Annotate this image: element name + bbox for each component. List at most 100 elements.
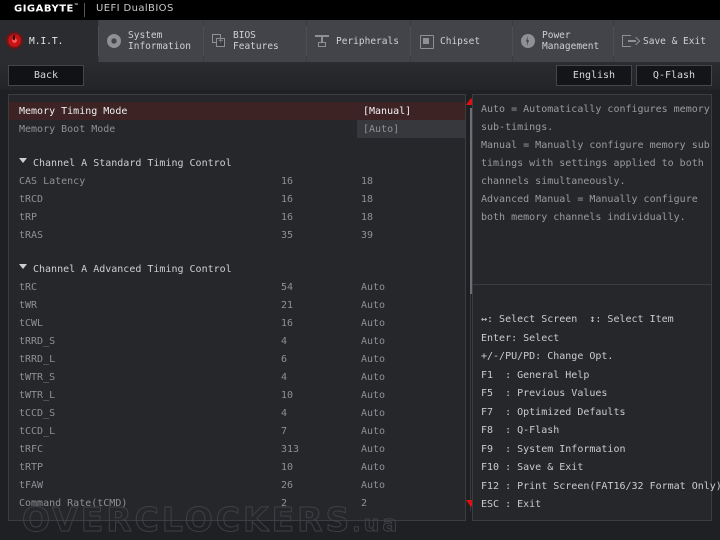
- timing-label: tFAW: [19, 480, 43, 491]
- timing-value-ch-b: Auto: [361, 282, 385, 293]
- setting-row-memory-timing-mode[interactable]: Memory Timing Mode [Manual]: [9, 102, 465, 120]
- key-legend-line: F9 : System Information: [481, 441, 709, 460]
- timing-value-ch-b: Auto: [361, 426, 385, 437]
- key-legend-line: F8 : Q-Flash: [481, 422, 709, 441]
- timing-label: tCCD_L: [19, 426, 55, 437]
- timing-row[interactable]: tRCD 16 18: [9, 190, 465, 208]
- tab-label: M.I.T.: [29, 36, 63, 47]
- gear-icon: [105, 32, 123, 50]
- dial-icon: [6, 32, 24, 50]
- watermark-suffix: .ua: [352, 512, 400, 537]
- timing-value-ch-a: 16: [281, 212, 293, 223]
- timing-value-ch-a: 16: [281, 176, 293, 187]
- setting-value: [Auto]: [363, 124, 399, 135]
- timing-row[interactable]: tWTR_S 4 Auto: [9, 368, 465, 386]
- timing-value-ch-b: Auto: [361, 300, 385, 311]
- timing-label: tCWL: [19, 318, 43, 329]
- tab-peripherals[interactable]: Peripherals: [307, 20, 410, 62]
- setting-label: Memory Timing Mode: [19, 106, 127, 117]
- key-legend-line: F10 : Save & Exit: [481, 459, 709, 478]
- timing-value-ch-a: 16: [281, 318, 293, 329]
- language-button[interactable]: English: [556, 65, 632, 86]
- timing-row[interactable]: tCCD_S 4 Auto: [9, 404, 465, 422]
- setting-label: Memory Boot Mode: [19, 124, 115, 135]
- setting-value-box[interactable]: [Auto]: [357, 120, 466, 138]
- brand-bar: GIGABYTE™ UEFI DualBIOS: [0, 0, 720, 20]
- timing-value-ch-b: Auto: [361, 372, 385, 383]
- gigabyte-logo: GIGABYTE™: [14, 3, 79, 14]
- timing-row[interactable]: CAS Latency 16 18: [9, 172, 465, 190]
- timing-row[interactable]: tRRD_S 4 Auto: [9, 332, 465, 350]
- timing-value-ch-b: 18: [361, 212, 373, 223]
- tab-save-and-exit[interactable]: Save & Exit: [614, 20, 720, 62]
- help-line: channels simultaneously.: [481, 173, 707, 191]
- settings-panel: Memory Timing Mode [Manual] Memory Boot …: [8, 94, 466, 521]
- tab-label: Chipset: [440, 36, 480, 47]
- key-legend-line: F5 : Previous Values: [481, 385, 709, 404]
- brand-divider: [84, 3, 85, 17]
- timing-row[interactable]: tRP 16 18: [9, 208, 465, 226]
- setting-value-box[interactable]: [Manual]: [357, 102, 466, 120]
- timing-value-ch-b: Auto: [361, 354, 385, 365]
- timing-label: tWTR_L: [19, 390, 55, 401]
- timing-value-ch-a: 10: [281, 390, 293, 401]
- tab-chipset[interactable]: Chipset: [411, 20, 512, 62]
- trademark-glyph: ™: [74, 3, 80, 9]
- timing-row[interactable]: tFAW 26 Auto: [9, 476, 465, 494]
- timing-row[interactable]: tRRD_L 6 Auto: [9, 350, 465, 368]
- tab-label: Peripherals: [336, 36, 399, 47]
- bios-screen: GIGABYTE™ UEFI DualBIOS M.I.T. System In…: [0, 0, 720, 540]
- help-line: Manual = Manually configure memory sub: [481, 137, 707, 155]
- timing-value-ch-b: Auto: [361, 444, 385, 455]
- tab-label: Power Management: [542, 30, 599, 52]
- timing-value-ch-b: Auto: [361, 390, 385, 401]
- tab-power-management[interactable]: Power Management: [513, 20, 613, 62]
- timing-row[interactable]: tRAS 35 39: [9, 226, 465, 244]
- timing-label: tRRD_S: [19, 336, 55, 347]
- timing-row[interactable]: tRTP 10 Auto: [9, 458, 465, 476]
- timing-row[interactable]: tWTR_L 10 Auto: [9, 386, 465, 404]
- timing-row[interactable]: tWR 21 Auto: [9, 296, 465, 314]
- exit-icon: [620, 32, 638, 50]
- help-divider: [473, 284, 711, 285]
- timing-value-ch-a: 313: [281, 444, 299, 455]
- section-header-standard-timing[interactable]: Channel A Standard Timing Control: [9, 154, 465, 172]
- tab-mit[interactable]: M.I.T.: [0, 20, 98, 62]
- section-title: Channel A Advanced Timing Control: [33, 264, 232, 275]
- timing-row[interactable]: tRFC 313 Auto: [9, 440, 465, 458]
- timing-value-ch-b: Auto: [361, 336, 385, 347]
- timing-value-ch-b: Auto: [361, 408, 385, 419]
- timing-value-ch-b: Auto: [361, 462, 385, 473]
- brand-subtitle: UEFI DualBIOS: [96, 3, 174, 14]
- key-legend-line: F12 : Print Screen(FAT16/32 Format Only): [481, 478, 709, 497]
- timing-row[interactable]: tCWL 16 Auto: [9, 314, 465, 332]
- timing-row[interactable]: tCCD_L 7 Auto: [9, 422, 465, 440]
- timing-label: tRCD: [19, 194, 43, 205]
- back-button[interactable]: Back: [8, 65, 84, 86]
- key-legend-line: ESC : Exit: [481, 496, 709, 515]
- watermark-main: OVERCLOCKERS: [22, 500, 352, 539]
- key-legend-line: +/-/PU/PD: Change Opt.: [481, 348, 709, 367]
- tab-bios-features[interactable]: BIOS Features: [204, 20, 306, 62]
- key-legend-line: ↔: Select Screen ↕: Select Item: [481, 311, 709, 330]
- tab-system-information[interactable]: System Information: [99, 20, 203, 62]
- qflash-button[interactable]: Q-Flash: [636, 65, 712, 86]
- timing-label: tRFC: [19, 444, 43, 455]
- timing-value-ch-b: Auto: [361, 318, 385, 329]
- section-header-advanced-timing[interactable]: Channel A Advanced Timing Control: [9, 260, 465, 278]
- timing-label: tRRD_L: [19, 354, 55, 365]
- timing-label: tRTP: [19, 462, 43, 473]
- setting-row-memory-boot-mode[interactable]: Memory Boot Mode [Auto]: [9, 120, 465, 138]
- timing-label: tWTR_S: [19, 372, 55, 383]
- tab-label: BIOS Features: [233, 30, 279, 52]
- timing-label: tRP: [19, 212, 37, 223]
- chipset-icon: [417, 32, 435, 50]
- timing-label: tRAS: [19, 230, 43, 241]
- help-line: Advanced Manual = Manually configure: [481, 191, 707, 209]
- timing-label: CAS Latency: [19, 176, 85, 187]
- timing-row[interactable]: tRC 54 Auto: [9, 278, 465, 296]
- chevron-down-icon: [19, 158, 27, 163]
- peripherals-icon: [313, 32, 331, 50]
- timing-value-ch-a: 6: [281, 354, 287, 365]
- timing-value-ch-a: 54: [281, 282, 293, 293]
